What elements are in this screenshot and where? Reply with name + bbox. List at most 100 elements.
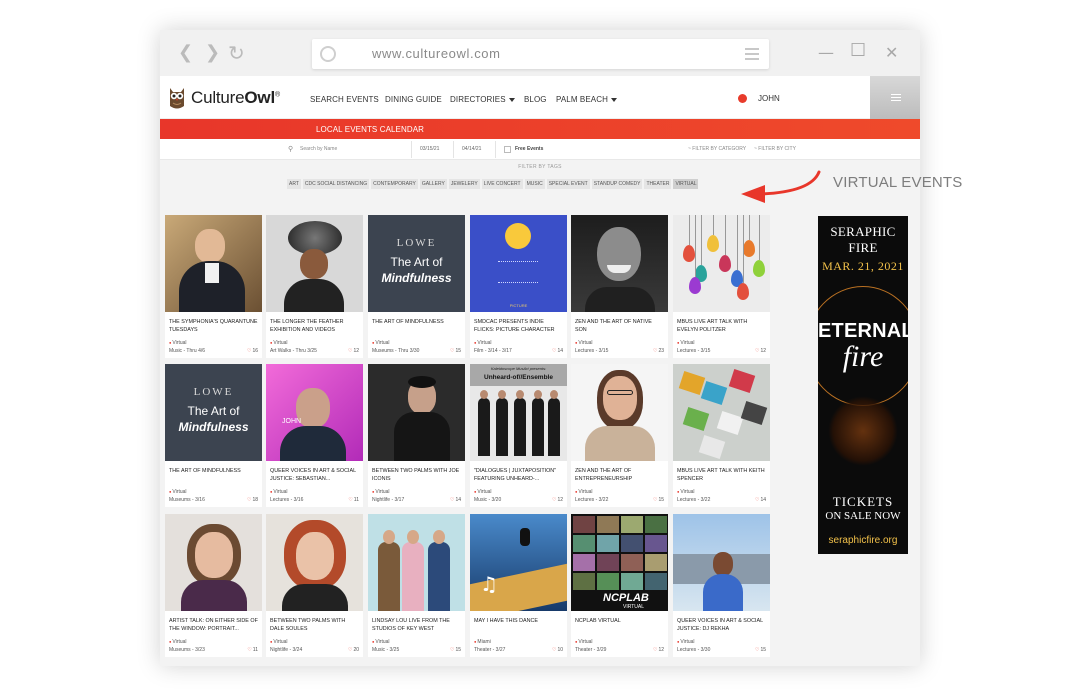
event-image[interactable]: JOHN (266, 364, 363, 461)
user-name[interactable]: JOHN (758, 94, 780, 103)
event-card[interactable]: MBUS Live Art Talk with Keith Spencer Vir… (673, 364, 770, 507)
event-likes[interactable]: 14 (755, 497, 766, 503)
event-likes[interactable]: 16 (247, 348, 258, 354)
event-title[interactable]: MBUS Live Art Talk with Keith Spencer (677, 468, 767, 483)
date-from-input[interactable]: 03/15/21 (420, 139, 439, 160)
event-card[interactable]: Between Two Palms with Dale Soules Virtua… (266, 514, 363, 657)
menu-button[interactable] (870, 76, 920, 119)
hamburger-icon[interactable] (745, 48, 759, 60)
event-title[interactable]: MBUS Live Art Talk with Evelyn Politzer (677, 319, 767, 334)
event-card[interactable]: The Longer the Feather Exhibition and Vi… (266, 215, 363, 358)
event-title[interactable]: NCPLab Virtual (575, 618, 665, 626)
event-image[interactable] (673, 514, 770, 611)
event-likes[interactable]: 15 (450, 647, 461, 653)
event-image[interactable]: PICTURE (470, 215, 567, 312)
nav-search-events[interactable]: SEARCH EVENTS (310, 95, 379, 104)
event-title[interactable]: Lindsay Lou Live from the Studios of Key… (372, 618, 462, 633)
event-image[interactable]: LOWE The Art of Mindfulness (165, 364, 262, 461)
event-card[interactable]: LOWE The Art of Mindfulness The Art of Mind… (165, 364, 262, 507)
event-card[interactable]: Between Two Palms with Joe Iconis Virtual… (368, 364, 465, 507)
event-card[interactable]: Artist Talk: On Either Side of the Windo… (165, 514, 262, 657)
event-card[interactable]: LOWE The Art of Mindfulness The Art of Mind… (368, 215, 465, 358)
event-title[interactable]: Zen and the Art of Entrepreneurship (575, 468, 665, 483)
event-title[interactable]: Between Two Palms with Joe Iconis (372, 468, 462, 483)
event-likes[interactable]: 15 (755, 647, 766, 653)
event-likes[interactable]: 20 (348, 647, 359, 653)
event-image[interactable]: LOWE The Art of Mindfulness (368, 215, 465, 312)
tag-theater[interactable]: THEATER (644, 179, 672, 189)
owl-logo-icon[interactable] (167, 86, 187, 110)
event-card[interactable]: Kaleidoscope MusArt presents: Unheard-of/… (470, 364, 567, 507)
event-image[interactable] (673, 215, 770, 312)
filter-category-dropdown[interactable]: ~ FILTER BY CATEGORY (688, 139, 746, 160)
event-card[interactable]: Zen and the Art of Native Son Virtual Lect… (571, 215, 668, 358)
nav-palm-beach[interactable]: PALM BEACH (556, 95, 617, 104)
event-likes[interactable]: 15 (653, 497, 664, 503)
reload-icon[interactable]: ↻ (228, 43, 245, 63)
tag-special-event[interactable]: SPECIAL EVENT (546, 179, 590, 189)
event-likes[interactable]: 18 (247, 497, 258, 503)
event-card[interactable]: ♫ May I Have This Dance Miami Theater - 3/2… (470, 514, 567, 657)
tag-music[interactable]: MUSIC (524, 179, 545, 189)
event-title[interactable]: Artist Talk: On Either Side of the Windo… (169, 618, 259, 633)
event-likes[interactable]: 12 (653, 647, 664, 653)
free-events-checkbox[interactable] (504, 146, 511, 153)
event-image[interactable]: ♫ (470, 514, 567, 611)
event-card[interactable]: Queer Voices in Art & Social Justice: DJ… (673, 514, 770, 657)
user-icon[interactable] (738, 94, 747, 103)
event-likes[interactable]: 12 (755, 348, 766, 354)
event-card[interactable]: PICTURE SMDCAC Presents Indie Flicks: Pic… (470, 215, 567, 358)
event-likes[interactable]: 14 (450, 497, 461, 503)
event-image[interactable] (165, 514, 262, 611)
event-card[interactable]: NCPLABVIRTUAL NCPLab Virtual Virtual Theate… (571, 514, 668, 657)
event-title[interactable]: Zen and the Art of Native Son (575, 319, 665, 334)
event-image[interactable] (571, 364, 668, 461)
event-image[interactable] (165, 215, 262, 312)
event-title[interactable]: Between Two Palms with Dale Soules (270, 618, 360, 633)
tag-virtual[interactable]: VIRTUAL (673, 179, 699, 189)
site-logo[interactable]: CultureOwl® (191, 88, 280, 108)
event-card[interactable]: Zen and the Art of Entrepreneurship Virtu… (571, 364, 668, 507)
event-likes[interactable]: 14 (552, 348, 563, 354)
event-likes[interactable]: 12 (348, 348, 359, 354)
event-title[interactable]: The Longer the Feather Exhibition and Vi… (270, 319, 360, 334)
nav-blog[interactable]: BLOG (524, 95, 547, 104)
tag-live-concert[interactable]: LIVE CONCERT (481, 179, 523, 189)
event-image[interactable] (673, 364, 770, 461)
event-likes[interactable]: 11 (348, 497, 359, 503)
event-title[interactable]: Queer Voices in Art & Social Justice: DJ… (677, 618, 767, 633)
event-card[interactable]: Lindsay Lou Live from the Studios of Key… (368, 514, 465, 657)
event-image[interactable] (368, 514, 465, 611)
search-input[interactable]: Search by Name (300, 139, 337, 160)
event-title[interactable]: SMDCAC Presents Indie Flicks: Picture Ch… (474, 319, 564, 334)
maximize-icon[interactable]: ☐ (850, 42, 866, 60)
event-image[interactable] (266, 514, 363, 611)
back-icon[interactable]: ❮ (178, 43, 193, 63)
nav-dining-guide[interactable]: DINING GUIDE (385, 95, 442, 104)
event-image[interactable]: NCPLAB VIRTUAL (571, 514, 668, 611)
nav-directories[interactable]: DIRECTORIES (450, 95, 515, 104)
event-image[interactable] (266, 215, 363, 312)
event-likes[interactable]: 10 (552, 647, 563, 653)
tag-jewelery[interactable]: JEWELERY (448, 179, 480, 189)
event-image[interactable] (571, 215, 668, 312)
event-title[interactable]: "Dialogues | Juxtaposition" featuring Un… (474, 468, 564, 483)
event-likes[interactable]: 15 (450, 348, 461, 354)
tag-standup-comedy[interactable]: STANDUP COMEDY (591, 179, 643, 189)
tag-contemporary[interactable]: CONTEMPORARY (371, 179, 418, 189)
tag-art[interactable]: ART (287, 179, 301, 189)
close-icon[interactable]: ✕ (885, 44, 898, 62)
date-to-input[interactable]: 04/14/21 (462, 139, 481, 160)
address-text[interactable]: www.cultureowl.com (372, 46, 501, 61)
event-title[interactable]: The Art of Mindfulness (169, 468, 259, 476)
event-likes[interactable]: 23 (653, 348, 664, 354)
minimize-icon[interactable]: — (818, 44, 834, 62)
event-card[interactable]: JOHN Queer Voices in Art & Social Justice… (266, 364, 363, 507)
event-card[interactable]: The Symphonia's Quarantune Tuesdays Virtu… (165, 215, 262, 358)
event-title[interactable]: The Symphonia's Quarantune Tuesdays (169, 319, 259, 334)
free-events-label[interactable]: Free Events (515, 139, 543, 160)
filter-city-dropdown[interactable]: ~ FILTER BY CITY (754, 139, 796, 160)
event-title[interactable]: Queer Voices in Art & Social Justice: Se… (270, 468, 360, 483)
forward-icon[interactable]: ❯ (205, 43, 220, 63)
tag-gallery[interactable]: GALLERY (419, 179, 447, 189)
